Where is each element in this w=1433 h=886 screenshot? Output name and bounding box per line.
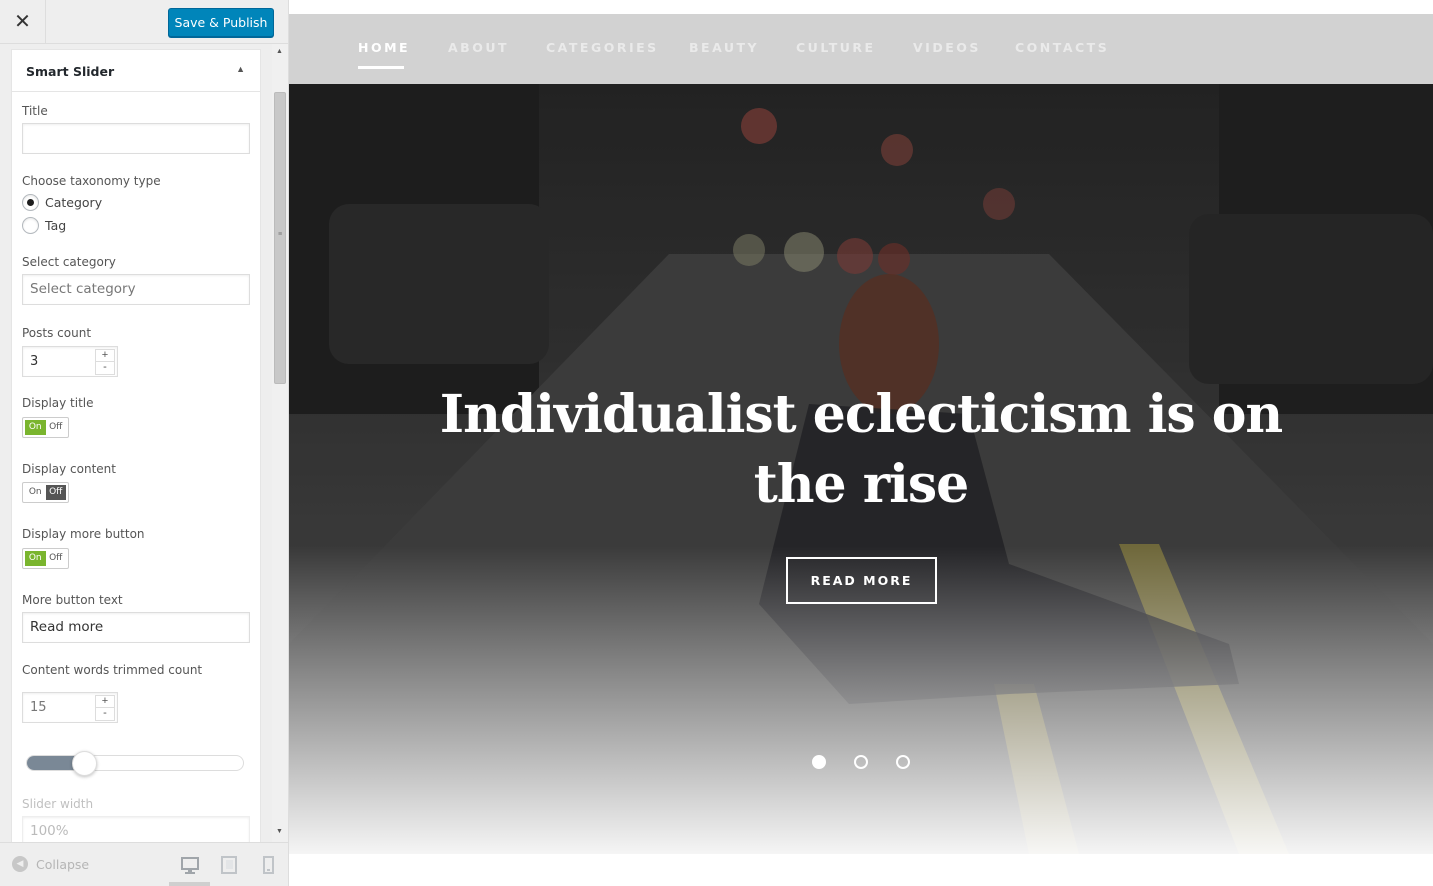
toggle-on: On [28, 487, 42, 497]
display-title-label: Display title [22, 396, 94, 410]
trim-count-input[interactable]: 15 + - [22, 692, 118, 723]
scroll-down-icon[interactable]: ▼ [276, 828, 283, 835]
trim-count-stepper[interactable]: + - [95, 695, 115, 721]
radio-tag-button[interactable] [22, 216, 39, 234]
scrollbar-thumb[interactable]: ≡ [274, 92, 286, 384]
slide-dot-1[interactable] [812, 755, 826, 769]
trim-count-label: Content words trimmed count [22, 663, 203, 677]
posts-count-stepper[interactable]: + - [95, 349, 115, 375]
toggle-off: Off [49, 422, 63, 432]
widget-header[interactable]: Smart Slider ▲ [12, 50, 260, 92]
main-navigation: HOME ABOUT CATEGORIES BEAUTY CULTURE VID… [289, 14, 1433, 84]
category-select[interactable]: Select category [22, 274, 250, 305]
collapse-label: Collapse [36, 856, 90, 872]
hero-slider: Individualist eclecticism is on the rise… [289, 84, 1433, 854]
site-preview: HOME ABOUT CATEGORIES BEAUTY CULTURE VID… [289, 0, 1433, 886]
radio-category-button[interactable] [22, 193, 39, 211]
title-input[interactable] [22, 123, 250, 154]
save-publish-button[interactable]: Save & Publish [168, 8, 274, 37]
category-label: Select category [22, 255, 116, 269]
radio-category-label: Category [45, 194, 103, 210]
tablet-icon[interactable] [219, 855, 239, 875]
trim-count-value: 15 [30, 700, 47, 715]
toggle-off: Off [45, 485, 66, 500]
collapse-icon: ◀ [12, 856, 28, 872]
decrement-button[interactable]: - [96, 708, 114, 720]
slider-width-input[interactable]: 100% [22, 816, 250, 842]
nav-culture[interactable]: CULTURE [796, 40, 876, 55]
sidebar-scroll-area: Smart Slider ▲ Title Choose taxonomy typ… [0, 44, 288, 842]
slide-dot-3[interactable] [896, 755, 910, 769]
collapse-arrow-icon[interactable]: ▲ [236, 64, 245, 74]
close-button[interactable]: ✕ [0, 0, 46, 44]
slider-width-label: Slider width [22, 797, 94, 811]
nav-about[interactable]: ABOUT [448, 40, 509, 55]
nav-beauty[interactable]: BEAUTY [689, 40, 759, 55]
radio-tag-label: Tag [45, 217, 67, 233]
display-more-toggle[interactable]: On Off [22, 548, 69, 569]
posts-count-value: 3 [30, 354, 39, 369]
decrement-button[interactable]: - [96, 362, 114, 374]
posts-count-label: Posts count [22, 326, 92, 340]
display-content-label: Display content [22, 462, 116, 476]
smart-slider-widget: Smart Slider ▲ [11, 49, 261, 842]
nav-categories[interactable]: CATEGORIES [546, 40, 659, 55]
nav-active-underline [358, 66, 404, 69]
posts-count-input[interactable]: 3 + - [22, 346, 118, 377]
radio-tag[interactable]: Tag [22, 216, 66, 234]
toggle-on: On [25, 420, 46, 435]
read-more-button[interactable]: READ MORE [786, 557, 937, 604]
radio-category[interactable]: Category [22, 193, 102, 211]
nav-contacts[interactable]: CONTACTS [1015, 40, 1109, 55]
title-label: Title [22, 104, 48, 118]
display-more-label: Display more button [22, 527, 145, 541]
scroll-up-icon[interactable]: ▲ [276, 48, 283, 55]
grip-icon: ≡ [278, 231, 283, 238]
sidebar-scrollbar[interactable]: ▲ ≡ ▼ [272, 44, 288, 842]
nav-videos[interactable]: VIDEOS [913, 40, 981, 55]
nav-home[interactable]: HOME [358, 40, 410, 55]
toggle-off: Off [49, 553, 63, 563]
mobile-icon[interactable] [258, 855, 278, 875]
customizer-sidebar: ✕ Save & Publish Smart Slider ▲ Title Ch… [0, 0, 289, 886]
display-title-toggle[interactable]: On Off [22, 417, 69, 438]
slide-title: Individualist eclecticism is on the rise [439, 384, 1283, 515]
more-text-label: More button text [22, 593, 123, 607]
sidebar-footer: ◀ Collapse [0, 842, 288, 886]
sidebar-header: ✕ Save & Publish [0, 0, 288, 44]
taxonomy-label: Choose taxonomy type [22, 174, 161, 188]
toggle-on: On [25, 551, 46, 566]
device-active-indicator [169, 882, 210, 886]
range-slider[interactable] [26, 751, 244, 776]
more-text-input[interactable]: Read more [22, 612, 250, 643]
display-content-toggle[interactable]: On Off [22, 482, 69, 503]
slide-dot-2[interactable] [854, 755, 868, 769]
collapse-button[interactable]: ◀ Collapse [12, 856, 89, 872]
range-handle[interactable] [72, 751, 97, 776]
desktop-icon[interactable] [180, 855, 200, 875]
widget-title: Smart Slider [26, 64, 115, 79]
